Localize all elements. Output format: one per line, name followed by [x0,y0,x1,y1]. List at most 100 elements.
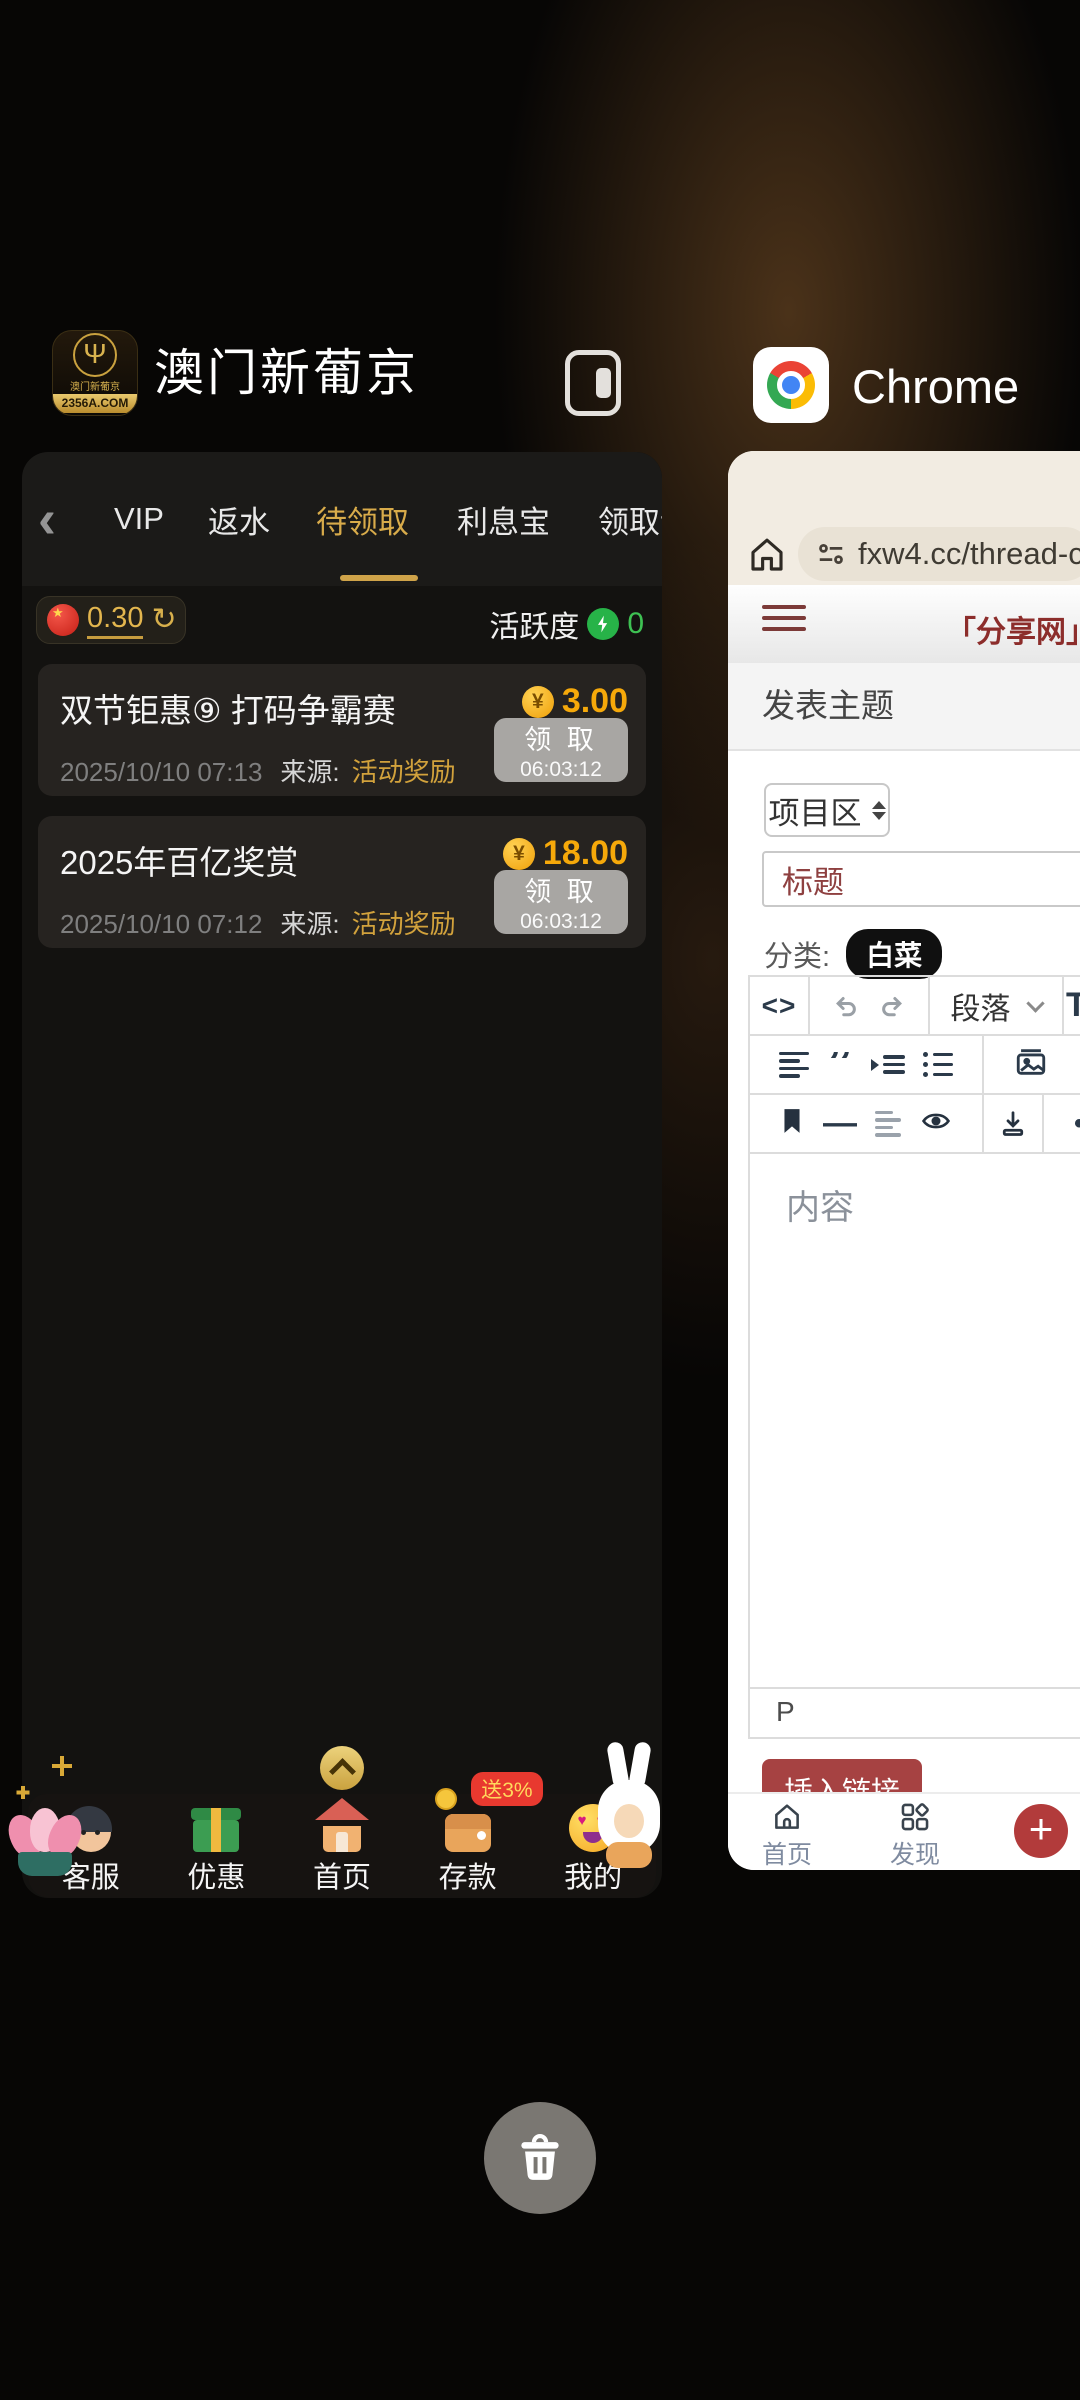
redo-icon[interactable] [878,991,908,1021]
activity-bolt-icon [587,608,619,640]
site-bottom-nav: 首页 发现 + [728,1792,1080,1870]
home-icon [313,1796,371,1854]
more-button[interactable]: ••• [1044,1095,1080,1152]
reward-source-value: 活动奖励 [352,904,456,941]
chrome-logo-icon [767,361,815,409]
chevron-down-icon [1026,994,1044,1012]
claim-button[interactable]: 领 取 06:03:12 [494,718,628,782]
activity-value: 0 [627,607,644,641]
preview-eye-icon[interactable] [919,1106,953,1141]
delete-app-button[interactable] [484,2102,596,2214]
toolbar-row-3: — ••• [750,1095,1080,1154]
back-chevron-icon[interactable]: ‹ [38,492,56,546]
blockquote-icon[interactable]: ” [827,1052,853,1078]
chrome-app-title: Chrome [852,356,1019,418]
page-info-icon [816,539,846,569]
bottom-nav: 客服 优惠 首页 送3% 存款 我的 [28,1794,656,1898]
toc-list-icon[interactable] [875,1111,901,1137]
chrome-logo-hub [777,371,805,399]
rabbit-decoration [588,1742,674,1892]
claim-button[interactable]: 领 取 06:03:12 [494,870,628,934]
reward-card: 双节钜惠⑨ 打码争霸赛 ¥ 3.00 2025/10/10 07:13 来源: … [38,664,646,796]
collapse-chevron-button[interactable] [320,1746,364,1790]
url-bar[interactable]: fxw4.cc/thread-create [798,527,1080,581]
tab-bar: ‹ 任务 VIP 返水 待领取 利息宝 领取记录 [22,452,662,586]
nav-item-youhui[interactable]: 优惠 [161,1796,271,1896]
indent-icon[interactable] [871,1055,905,1074]
category-pill[interactable]: 白菜 [846,929,942,979]
add-post-button[interactable]: + [1014,1804,1068,1858]
nav-home[interactable]: 首页 [742,1800,832,1870]
browser-home-icon[interactable] [746,534,788,581]
lotus-decoration [4,1806,94,1902]
browser-top-bar: fxw4.cc/thread-create [728,451,1080,585]
sparkle-decoration [52,1756,72,1776]
url-text: fxw4.cc/thread-create [858,536,1080,572]
page-heading: 发表主题 [762,663,894,749]
forum-select-value: 项目区 [769,788,862,833]
chrome-app-card[interactable]: fxw4.cc/thread-create 「分享网」项 发表主题 项目区 标题… [728,451,1080,1870]
app-switcher-screen: Ψ 澳门新葡京 2356A.COM 澳门新葡京 Chrome ‹ 任务 VIP … [0,0,1080,2400]
reward-source-label: 来源: [280,752,339,789]
nav-item-cunkuan[interactable]: 送3% 存款 [413,1796,523,1896]
paragraph-dropdown[interactable]: 段落 [930,977,1064,1034]
nav-item-shouye[interactable]: 首页 [287,1796,397,1896]
tab-vip[interactable]: VIP [114,501,164,537]
title-input[interactable]: 标题 [762,851,1080,907]
menu-icon[interactable] [762,605,806,631]
coin-icon: ¥ [503,838,535,870]
app-icon-domain: 2356A.COM [53,394,137,413]
history-group [810,977,930,1034]
left-app-card[interactable]: ‹ 任务 VIP 返水 待领取 利息宝 领取记录 ★ 0.30 ↻ 活跃度 0 … [22,452,662,1898]
editor-status-bar: P [750,1687,1080,1735]
nav-home-label: 首页 [762,1835,812,1870]
reward-meta: 2025/10/10 07:13 来源: 活动奖励 [60,752,456,789]
media-group [984,1036,1080,1093]
freeform-window-icon[interactable] [565,350,621,416]
tab-dailingqu[interactable]: 待领取 [316,497,409,542]
tab-lingqujilu[interactable]: 领取记录 [598,497,662,542]
toolbar-row-1: <> 段落 T [750,977,1080,1036]
text-format-button[interactable]: T [1064,977,1080,1034]
image-icon[interactable] [1014,1045,1048,1084]
nav-discover-label: 发现 [890,1835,940,1870]
bonus-badge: 送3% [471,1772,542,1806]
refresh-icon[interactable]: ↻ [151,605,176,635]
lotus-emblem-icon: Ψ [73,333,117,377]
select-arrows-icon [872,801,886,820]
chrome-app-icon[interactable] [753,347,829,423]
balance-pill[interactable]: ★ 0.30 ↻ [36,596,186,644]
gift-icon [187,1796,245,1854]
activity-row: 活跃度 0 [489,602,644,646]
page-heading-band: 发表主题 [728,663,1080,751]
reward-amount-value: 3.00 [562,682,628,721]
reward-source-label: 来源: [280,904,339,941]
reward-title: 2025年百亿奖赏 [60,836,298,884]
category-row: 分类: 白菜 [764,929,942,979]
align-left-icon[interactable] [779,1052,809,1078]
undo-icon[interactable] [830,991,860,1021]
bullet-list-icon[interactable] [923,1052,953,1077]
category-label: 分类: [764,933,830,975]
tab-lixibao[interactable]: 利息宝 [457,497,550,542]
reward-date: 2025/10/10 07:12 [60,909,262,940]
title-placeholder: 标题 [782,857,844,902]
nav-discover[interactable]: 发现 [870,1800,960,1870]
forum-select[interactable]: 项目区 [764,783,890,837]
reward-meta: 2025/10/10 07:12 来源: 活动奖励 [60,904,456,941]
nav-label: 优惠 [187,1854,245,1896]
horizontal-rule-icon[interactable]: — [823,1104,857,1143]
reward-source-value: 活动奖励 [352,752,456,789]
tab-fanshui[interactable]: 返水 [208,497,270,542]
balance-amount: 0.30 [87,602,143,639]
left-app-icon[interactable]: Ψ 澳门新葡京 2356A.COM [52,330,138,416]
site-title: 「分享网」项 [946,607,1080,651]
code-button[interactable]: <> [750,977,810,1034]
bookmark-icon[interactable] [779,1107,805,1140]
reward-amount: ¥ 18.00 [503,834,628,873]
download-button[interactable] [984,1095,1044,1152]
trash-icon [512,2130,568,2186]
insert-group: — [750,1095,984,1152]
editor-box: <> 段落 T ” [748,975,1080,1739]
editor-content[interactable]: 内容 [750,1154,1080,1687]
